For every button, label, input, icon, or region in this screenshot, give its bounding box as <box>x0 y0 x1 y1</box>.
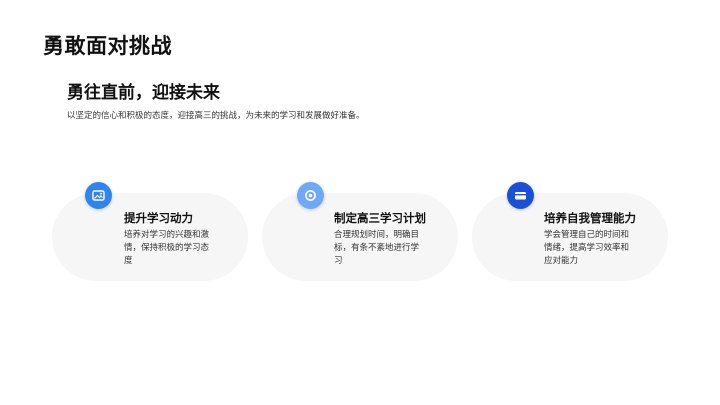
card-learning-motivation: 提升学习动力 培养对学习的兴趣和激情，保持积极的学习态度 <box>52 193 248 281</box>
slide-title: 勇敢面对挑战 <box>43 34 172 58</box>
card-text: 培养对学习的兴趣和激情，保持积极的学习态度 <box>124 230 210 266</box>
intro-text: 以坚定的信心和积极的态度，迎接高三的挑战，为未来的学习和发展做好准备。 <box>67 111 365 121</box>
card-heading: 提升学习动力 <box>124 211 193 225</box>
card-text: 学会管理自己的时间和情绪，提高学习效率和应对能力 <box>544 230 630 266</box>
slide-subtitle: 勇往直前，迎接未来 <box>67 83 220 103</box>
card-text: 合理规划时间，明确目标，有条不紊地进行学习 <box>334 230 420 266</box>
card-heading: 制定高三学习计划 <box>334 211 426 225</box>
card-icon <box>507 182 534 209</box>
card-heading: 培养自我管理能力 <box>544 211 636 225</box>
image-icon <box>85 182 112 209</box>
card-study-plan: 制定高三学习计划 合理规划时间，明确目标，有条不紊地进行学习 <box>262 193 458 281</box>
target-icon <box>297 182 324 209</box>
card-self-management: 培养自我管理能力 学会管理自己的时间和情绪，提高学习效率和应对能力 <box>472 193 668 281</box>
